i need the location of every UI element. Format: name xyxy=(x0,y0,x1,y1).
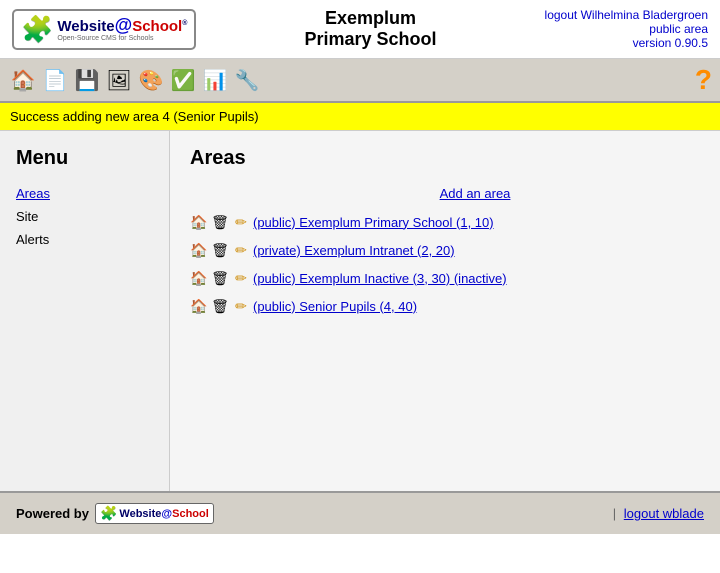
area-edit-icon-4[interactable] xyxy=(232,297,250,315)
page-footer: Powered by 🧩 Website@School | logout wbl… xyxy=(0,491,720,534)
area-home-icon-2 xyxy=(190,241,208,259)
check-icon[interactable]: ✅ xyxy=(168,65,198,95)
main-content: Areas Add an area (public) Exemplum Prim… xyxy=(170,131,720,491)
footer-logout: | logout wblade xyxy=(613,506,704,521)
toolbar: 🏠 📄 💾 🖼 🎨 ✅ 📊 🔧 ? xyxy=(0,59,720,103)
home-icon[interactable]: 🏠 xyxy=(8,65,38,95)
logout-link[interactable]: logout Wilhelmina Bladergroen xyxy=(545,8,708,22)
tools-icon[interactable]: 🔧 xyxy=(232,65,262,95)
area-home-icon-4 xyxy=(190,297,208,315)
area-row: (public) Senior Pupils (4, 40) xyxy=(190,295,700,317)
footer-logo: 🧩 Website@School xyxy=(95,503,214,524)
area-home-icon-3 xyxy=(190,269,208,287)
theme-icon[interactable]: 🎨 xyxy=(136,65,166,95)
add-area-link[interactable]: Add an area xyxy=(250,186,700,201)
success-bar: Success adding new area 4 (Senior Pupils… xyxy=(0,103,720,131)
area-link-3[interactable]: (public) Exemplum Inactive (3, 30) (inac… xyxy=(253,271,507,286)
area-row: (private) Exemplum Intranet (2, 20) xyxy=(190,239,700,261)
sidebar: Menu Areas Site Alerts xyxy=(0,131,170,491)
area-delete-icon-4[interactable] xyxy=(211,297,229,315)
area-link-2[interactable]: (private) Exemplum Intranet (2, 20) xyxy=(253,243,455,258)
content-area: Menu Areas Site Alerts Areas Add an area… xyxy=(0,131,720,491)
page-header: 🧩 Website@School® Open-Source CMS for Sc… xyxy=(0,0,720,59)
save-icon[interactable]: 💾 xyxy=(72,65,102,95)
logo-area: 🧩 Website@School® Open-Source CMS for Sc… xyxy=(12,9,196,50)
sidebar-title: Menu xyxy=(16,147,153,170)
area-edit-icon-2[interactable] xyxy=(232,241,250,259)
image-icon[interactable]: 🖼 xyxy=(104,65,134,95)
powered-by: Powered by 🧩 Website@School xyxy=(16,503,214,524)
area-delete-icon-2[interactable] xyxy=(211,241,229,259)
sidebar-item-site[interactable]: Site xyxy=(16,209,153,224)
site-title: Exemplum Primary School xyxy=(196,8,544,50)
page-icon[interactable]: 📄 xyxy=(40,65,70,95)
chart-icon[interactable]: 📊 xyxy=(200,65,230,95)
area-delete-icon-1[interactable] xyxy=(211,213,229,231)
main-title: Areas xyxy=(190,147,700,170)
area-delete-icon-3[interactable] xyxy=(211,269,229,287)
puzzle-icon: 🧩 xyxy=(21,14,53,45)
area-link-1[interactable]: (public) Exemplum Primary School (1, 10) xyxy=(253,215,494,230)
area-home-icon-1 xyxy=(190,213,208,231)
footer-logout-link[interactable]: logout wblade xyxy=(624,506,704,521)
site-logo[interactable]: 🧩 Website@School® Open-Source CMS for Sc… xyxy=(12,9,196,50)
sidebar-item-areas[interactable]: Areas xyxy=(16,186,153,201)
sidebar-item-alerts[interactable]: Alerts xyxy=(16,232,153,247)
area-row: (public) Exemplum Primary School (1, 10) xyxy=(190,211,700,233)
area-edit-icon-3[interactable] xyxy=(232,269,250,287)
area-link-4[interactable]: (public) Senior Pupils (4, 40) xyxy=(253,299,417,314)
footer-puzzle-icon: 🧩 xyxy=(100,505,117,522)
user-info: logout Wilhelmina Bladergroen public are… xyxy=(545,8,708,50)
area-row: (public) Exemplum Inactive (3, 30) (inac… xyxy=(190,267,700,289)
area-edit-icon-1[interactable] xyxy=(232,213,250,231)
help-icon[interactable]: ? xyxy=(695,64,712,96)
